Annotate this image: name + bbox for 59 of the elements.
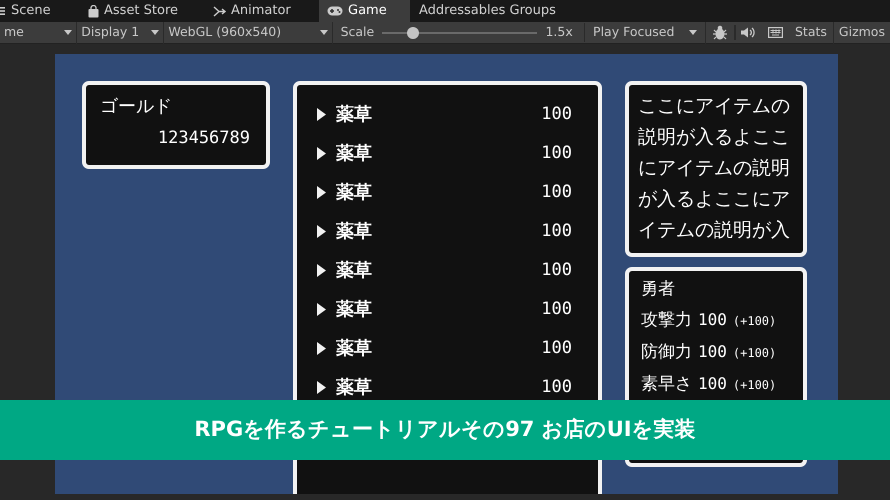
item-price: 100 — [541, 180, 572, 204]
caret-icon — [64, 30, 72, 35]
gamepad-icon — [327, 6, 343, 16]
item-name[interactable]: 薬草 — [336, 140, 372, 167]
caret-icon — [688, 30, 697, 35]
item-price: 100 — [541, 336, 572, 360]
cursor-icon — [317, 264, 326, 277]
item-price: 100 — [541, 102, 572, 126]
stat-label: 防御力 — [641, 341, 692, 364]
view-dropdown[interactable]: me — [0, 22, 78, 44]
item-price: 100 — [541, 376, 572, 399]
item-price: 100 — [541, 220, 572, 243]
stat-bonus: (+100) — [732, 345, 776, 362]
cursor-icon — [317, 303, 326, 316]
tab[interactable]: Game — [319, 0, 410, 22]
stats-button[interactable]: Stats — [788, 22, 834, 44]
resolution-dropdown[interactable]: WebGL (960x540) — [164, 22, 333, 44]
item-name[interactable]: 薬草 — [336, 179, 372, 206]
item-name[interactable]: 薬草 — [336, 101, 372, 128]
stat-value: 100 — [698, 373, 727, 395]
scale-label: Scale — [340, 23, 374, 42]
cursor-icon — [317, 225, 326, 238]
keyboard-icon[interactable] — [768, 27, 783, 38]
cursor-icon — [317, 381, 326, 394]
speaker-icon[interactable] — [741, 27, 756, 38]
caret-icon — [320, 30, 328, 35]
stat-label: 素早さ — [641, 373, 692, 396]
display-dropdown[interactable]: Display 1 — [77, 22, 164, 44]
scale-reading: 1.5x — [545, 23, 586, 42]
gizmos-button[interactable]: Gizmos — [834, 23, 890, 42]
stat-label: 攻撃力 — [641, 309, 692, 332]
item-name[interactable]: 薬草 — [336, 296, 372, 323]
stat-bonus: (+100) — [732, 313, 776, 330]
cursor-icon — [317, 342, 326, 355]
item-name[interactable]: 薬草 — [336, 218, 372, 245]
item-name[interactable]: 薬草 — [336, 257, 372, 284]
title-banner: RPGを作るチュートリアルその97 お店のUIを実装 — [0, 400, 890, 460]
item-name[interactable]: 薬草 — [336, 335, 372, 362]
cursor-icon — [317, 147, 326, 160]
cursor-icon — [317, 108, 326, 121]
item-name[interactable]: 薬草 — [336, 374, 372, 401]
bag-icon — [88, 4, 99, 18]
cursor-icon — [317, 186, 326, 199]
branch-icon — [213, 6, 226, 16]
stat-value: 100 — [698, 309, 727, 331]
caret-icon — [151, 30, 160, 35]
item-price: 100 — [541, 298, 572, 321]
menu-icon — [0, 6, 6, 16]
scale-slider[interactable] — [382, 26, 538, 38]
stat-value: 100 — [698, 341, 727, 363]
stat-bonus: (+100) — [732, 377, 776, 394]
item-price: 100 — [541, 142, 572, 165]
money-amount: 123456789 — [158, 127, 250, 150]
play-mode-dropdown[interactable]: Play Focused — [585, 22, 706, 44]
item-description: ここにアイテムの説明が入るよここにアイテムの説明が入るよここにアイテムの説明が入 — [638, 94, 790, 243]
money-label: ゴールド — [100, 95, 172, 119]
bug-icon[interactable] — [712, 25, 727, 40]
character-name: 勇者 — [641, 278, 676, 301]
item-price: 100 — [541, 258, 572, 282]
